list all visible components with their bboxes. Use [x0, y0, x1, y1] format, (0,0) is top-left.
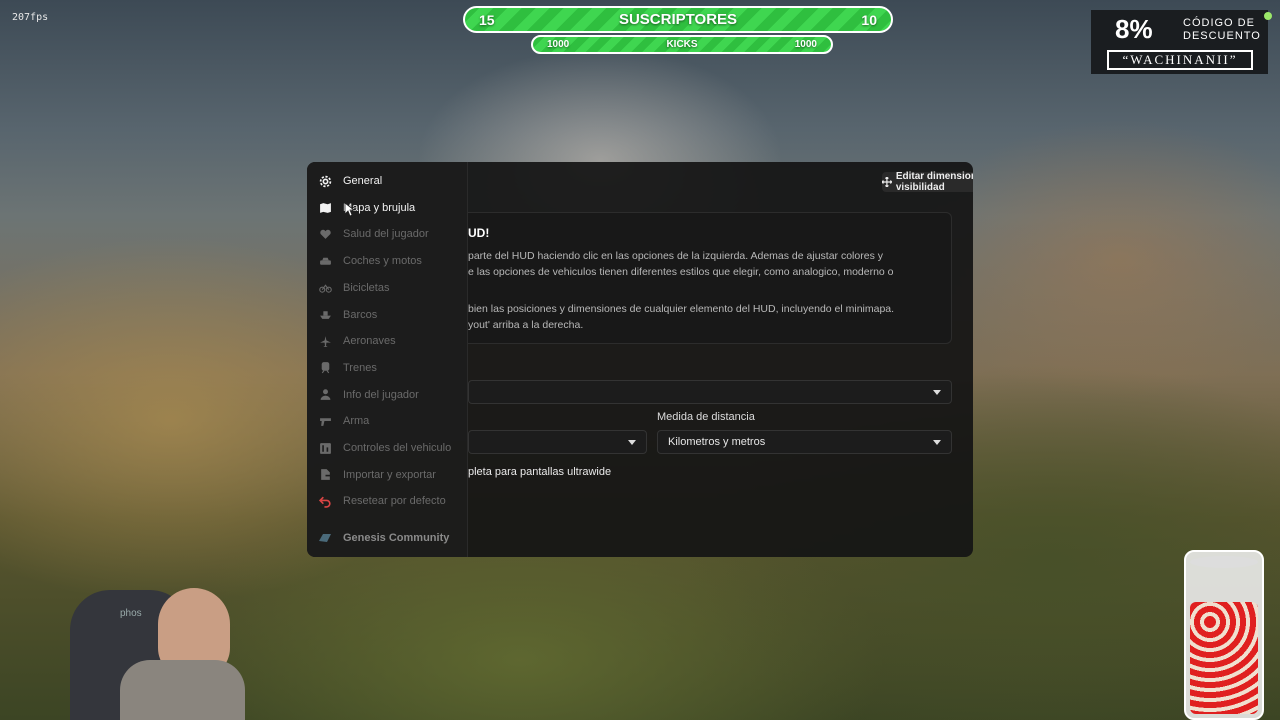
hud-settings-modal: General Mapa y brujula Salud del jugador Co… — [307, 162, 973, 557]
sidebar-item-coches-y-motos[interactable]: Coches y motos — [307, 248, 468, 274]
sidebar-item-label: Info del jugador — [343, 388, 419, 401]
sidebar-item-controles-del-vehiculo[interactable]: Controles del vehiculo — [307, 435, 468, 461]
controls-icon — [307, 442, 343, 455]
streamer-body — [120, 660, 245, 720]
file-export-icon — [307, 468, 343, 481]
edit-layout-button[interactable]: Editar dimensiones, posiciones y visibil… — [882, 171, 973, 193]
community-label: Genesis Community — [343, 532, 450, 544]
plane-icon — [307, 335, 343, 348]
sidebar-item-arma[interactable]: Arma — [307, 408, 468, 434]
sidebar-item-barcos[interactable]: Barcos — [307, 302, 468, 328]
undo-icon — [307, 495, 343, 508]
kicks-goal-bar: 1000 KICKS 1000 — [531, 35, 833, 54]
sidebar-item-label: Salud del jugador — [343, 228, 429, 241]
donation-can — [1184, 550, 1264, 720]
distance-value: Kilometros y metros — [668, 436, 766, 448]
sidebar-item-resetear-por-defecto[interactable]: Resetear por defecto — [307, 488, 468, 514]
genesis-community-link[interactable]: Genesis Community — [307, 525, 468, 551]
sidebar-item-label: Barcos — [343, 308, 378, 321]
car-icon — [307, 255, 343, 268]
gun-icon — [307, 415, 343, 428]
community-logo-icon — [307, 533, 343, 543]
kicks-label: KICKS — [666, 39, 698, 50]
info-line: parte del HUD haciendo clic en las opcio… — [468, 250, 883, 262]
sidebar-item-trenes[interactable]: Trenes — [307, 355, 468, 381]
can-lid — [1190, 556, 1258, 568]
info-title: UD! — [468, 226, 490, 240]
sidebar-item-info-del-jugador[interactable]: Info del jugador — [307, 382, 468, 408]
promo-percent: 8% — [1115, 14, 1153, 44]
chevron-down-icon — [628, 440, 636, 445]
move-icon — [882, 177, 892, 187]
sidebar-item-importar-y-exportar[interactable]: Importar y exportar — [307, 462, 468, 488]
language-select[interactable] — [468, 380, 952, 404]
sidebar-item-label: Aeronaves — [343, 335, 396, 348]
sidebar-item-bicicletas[interactable]: Bicicletas — [307, 275, 468, 301]
heart-icon — [307, 228, 343, 241]
promo-text: CÓDIGO DE DESCUENTO — [1183, 17, 1261, 42]
bicycle-icon — [307, 281, 343, 294]
gear-icon — [307, 175, 343, 188]
sidebar-item-label: Trenes — [343, 361, 377, 374]
map-icon — [307, 201, 343, 214]
train-icon — [307, 361, 343, 374]
sidebar-item-label: Importar y exportar — [343, 468, 436, 481]
chevron-down-icon — [933, 440, 941, 445]
chevron-down-icon — [933, 390, 941, 395]
distance-select[interactable]: Kilometros y metros — [657, 430, 952, 454]
subscribers-goal-bar: 15 SUSCRIPTORES 10 — [463, 6, 893, 33]
sidebar-item-label: Coches y motos — [343, 255, 422, 268]
sidebar-item-aeronaves[interactable]: Aeronaves — [307, 328, 468, 354]
sidebar-item-salud-del-jugador[interactable]: Salud del jugador — [307, 221, 468, 247]
discount-promo: 8% CÓDIGO DE DESCUENTO “WACHINANII” — [1091, 10, 1268, 74]
sidebar-item-label: General — [343, 175, 383, 187]
sidebar-item-label: Controles del vehiculo — [343, 442, 452, 454]
sidebar-item-label: Bicicletas — [343, 281, 390, 294]
settings-sidebar: General Mapa y brujula Salud del jugador Co… — [307, 162, 468, 557]
sidebar-item-label: Arma — [343, 415, 370, 428]
subscribers-label: SUSCRIPTORES — [618, 11, 738, 28]
info-line: e las opciones de vehiculos tienen difer… — [468, 266, 894, 278]
can-contents — [1190, 602, 1258, 714]
fps-counter: 207fps — [12, 12, 49, 23]
promo-code: “WACHINANII” — [1107, 50, 1253, 70]
welcome-info-box: UD! parte del HUD haciendo clic en las o… — [468, 212, 952, 344]
status-dot — [1264, 12, 1272, 20]
chair-brand: phos — [120, 608, 142, 619]
settings-content: Editar dimensiones, posiciones y visibil… — [468, 162, 973, 557]
sidebar-item-mapa-y-brujula[interactable]: Mapa y brujula — [307, 195, 468, 221]
edit-layout-label: Editar dimensiones, posiciones y visibil… — [895, 171, 973, 193]
sidebar-item-general[interactable]: General — [307, 168, 468, 194]
distance-label: Medida de distancia — [657, 411, 755, 423]
info-line: bien las posiciones y dimensiones de cua… — [468, 303, 895, 315]
info-line: yout' arriba a la derecha. — [468, 319, 584, 331]
boat-icon — [307, 308, 343, 321]
mouse-cursor-icon — [344, 202, 356, 217]
ultrawide-option[interactable]: pleta para pantallas ultrawide — [468, 466, 611, 478]
format-select[interactable] — [468, 430, 647, 454]
sidebar-item-label: Resetear por defecto — [343, 495, 446, 508]
user-icon — [307, 388, 343, 401]
